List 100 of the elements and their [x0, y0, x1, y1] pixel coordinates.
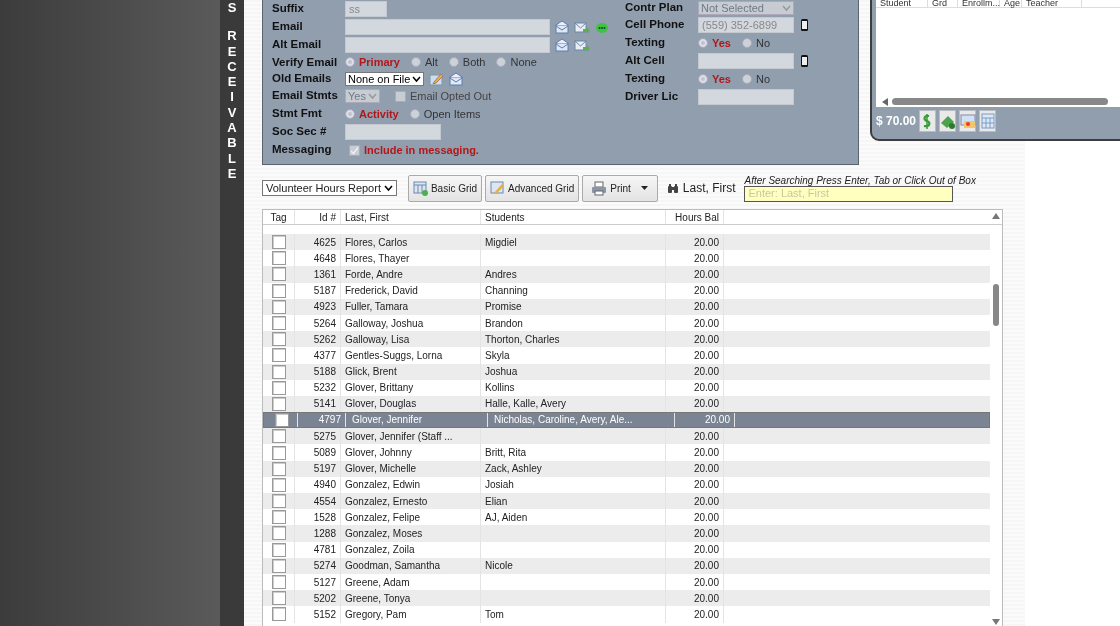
- card-button[interactable]: [959, 110, 977, 132]
- table-row[interactable]: 4554 Gonzalez, Ernesto Elian 20.00: [263, 493, 990, 510]
- table-row[interactable]: 4923 Fuller, Tamara Promise 20.00: [263, 298, 990, 315]
- radio-button[interactable]: [496, 57, 507, 68]
- radio-label: Activity: [359, 106, 399, 122]
- tag-checkbox[interactable]: [271, 461, 286, 476]
- table-row[interactable]: 5262 Galloway, Lisa Thorton, Charles 20.00: [263, 331, 990, 348]
- table-row[interactable]: 1288 Gonzalez, Moses 20.00: [263, 525, 990, 542]
- radio-button[interactable]: [409, 109, 420, 119]
- tag-checkbox[interactable]: [271, 396, 286, 411]
- tag-checkbox[interactable]: [271, 575, 286, 590]
- tag-checkbox[interactable]: [271, 251, 286, 266]
- tag-checkbox[interactable]: [271, 348, 286, 363]
- report-select[interactable]: Volunteer Hours Report: [262, 180, 397, 196]
- table-row[interactable]: 5089 Glover, Johnny Britt, Rita 20.00: [263, 444, 990, 461]
- chat-icon[interactable]: [595, 20, 609, 34]
- tag-checkbox[interactable]: [271, 542, 286, 557]
- tag-checkbox[interactable]: [274, 413, 289, 428]
- tag-checkbox[interactable]: [271, 510, 286, 525]
- scroll-down-icon[interactable]: [992, 619, 1000, 625]
- tag-checkbox[interactable]: [271, 267, 286, 282]
- envelope-icon[interactable]: [449, 71, 464, 86]
- radio-button[interactable]: [411, 57, 421, 68]
- table-cell-text: Tom: [485, 607, 504, 622]
- grid-button[interactable]: Advanced Grid: [485, 174, 580, 202]
- input-field[interactable]: [698, 89, 794, 105]
- input-field[interactable]: [698, 53, 794, 69]
- scroll-up-icon[interactable]: [992, 213, 1000, 219]
- column-header[interactable]: Age: [1000, 0, 1022, 7]
- table-row[interactable]: 5202 Greene, Tonya 20.00: [263, 590, 990, 607]
- grid-button[interactable]: Print: [582, 174, 658, 202]
- column-header[interactable]: Grd: [928, 0, 958, 7]
- send-mail-icon[interactable]: [574, 20, 590, 34]
- tag-checkbox[interactable]: [271, 591, 286, 606]
- envelope-icon[interactable]: [555, 20, 569, 34]
- edit-icon[interactable]: [429, 71, 445, 86]
- checkbox[interactable]: [349, 144, 360, 156]
- phone-icon[interactable]: [799, 54, 810, 68]
- table-row[interactable]: 4781 Gonzalez, Zoila 20.00: [263, 541, 990, 558]
- table-row[interactable]: 5275 Glover, Jennifer (Staff ... 20.00: [263, 428, 990, 445]
- grid-button[interactable]: Basic Grid: [407, 174, 483, 202]
- field-label: Texting: [625, 35, 667, 51]
- table-row[interactable]: 5232 Glover, Brittany Kollins 20.00: [263, 379, 990, 396]
- tag-checkbox[interactable]: [271, 316, 286, 331]
- table-row[interactable]: 4377 Gentles-Suggs, Lorna Skyla 20.00: [263, 347, 990, 364]
- scrollbar-thumb[interactable]: [892, 98, 1108, 105]
- tag-checkbox[interactable]: [271, 607, 286, 622]
- tag-checkbox[interactable]: [271, 299, 286, 314]
- table-cell-text: Channing: [485, 284, 528, 299]
- tag-checkbox[interactable]: [271, 558, 286, 573]
- column-header[interactable]: Teacher: [1022, 0, 1082, 7]
- tag-checkbox[interactable]: [271, 380, 286, 395]
- phone-icon[interactable]: [799, 18, 810, 32]
- radio-button[interactable]: [741, 38, 752, 48]
- dollar-button[interactable]: [919, 110, 937, 132]
- envelope-icon[interactable]: [555, 38, 569, 52]
- table-cell-text: Gonzalez, Felipe: [345, 510, 421, 525]
- tag-checkbox[interactable]: [271, 332, 286, 347]
- radio-button[interactable]: [448, 57, 459, 68]
- input-field[interactable]: [345, 124, 441, 140]
- column-header[interactable]: Student: [876, 0, 928, 7]
- table-row[interactable]: 5152 Gregory, Pam Tom 20.00: [263, 606, 990, 623]
- table-row[interactable]: 1361 Forde, Andre Andres 20.00: [263, 266, 990, 283]
- scroll-left-icon[interactable]: [882, 97, 888, 106]
- table-row[interactable]: 5274 Goodman, Samantha Nicole 20.00: [263, 557, 990, 574]
- select-field[interactable]: None on File: [345, 71, 425, 86]
- tag-checkbox[interactable]: [271, 477, 286, 492]
- calculator-button[interactable]: [979, 110, 997, 132]
- scrollbar-thumb[interactable]: [993, 284, 999, 326]
- table-row[interactable]: 5197 Glover, Michelle Zack, Ashley 20.00: [263, 460, 990, 477]
- tag-checkbox[interactable]: [271, 283, 286, 298]
- tag-checkbox[interactable]: [271, 526, 286, 541]
- radio-button[interactable]: [741, 74, 752, 84]
- column-header[interactable]: Id #: [295, 210, 341, 224]
- radio-button[interactable]: [698, 74, 708, 84]
- column-header[interactable]: Hours Bal: [666, 210, 724, 224]
- tag-checkbox[interactable]: [271, 235, 286, 250]
- tag-checkbox[interactable]: [271, 364, 286, 379]
- radio-button[interactable]: [345, 57, 355, 68]
- column-header[interactable]: Tag: [263, 210, 295, 224]
- radio-button[interactable]: [698, 38, 708, 48]
- input-field[interactable]: [345, 19, 550, 35]
- tag-checkbox[interactable]: [271, 494, 286, 509]
- table-row[interactable]: 4797 Glover, Jennifer Nicholas, Caroline, Avery, Ale... 20.00: [263, 412, 990, 429]
- table-row[interactable]: 5188 Glick, Brent Joshua 20.00: [263, 363, 990, 380]
- input-field[interactable]: [345, 37, 550, 53]
- send-mail-icon[interactable]: [574, 38, 590, 52]
- table-row[interactable]: 5141 Glover, Douglas Halle, Kalle, Avery 20.00: [263, 395, 990, 413]
- tag-checkbox[interactable]: [271, 429, 286, 444]
- checkbox[interactable]: [394, 90, 406, 102]
- column-header[interactable]: Students: [481, 210, 666, 224]
- table-cell-text: Elian: [485, 494, 508, 509]
- tag-checkbox[interactable]: [271, 445, 286, 460]
- column-header[interactable]: Last, First: [341, 210, 481, 224]
- column-header[interactable]: Enrollm...: [958, 0, 1000, 7]
- radio-button[interactable]: [345, 109, 355, 119]
- table-cell-text: 4940: [313, 478, 336, 493]
- table-row[interactable]: 4625 Flores, Carlos Migdiel 20.00: [263, 234, 990, 251]
- table-row[interactable]: 5187 Frederick, David Channing 20.00: [263, 282, 990, 299]
- money-button[interactable]: [939, 110, 957, 132]
